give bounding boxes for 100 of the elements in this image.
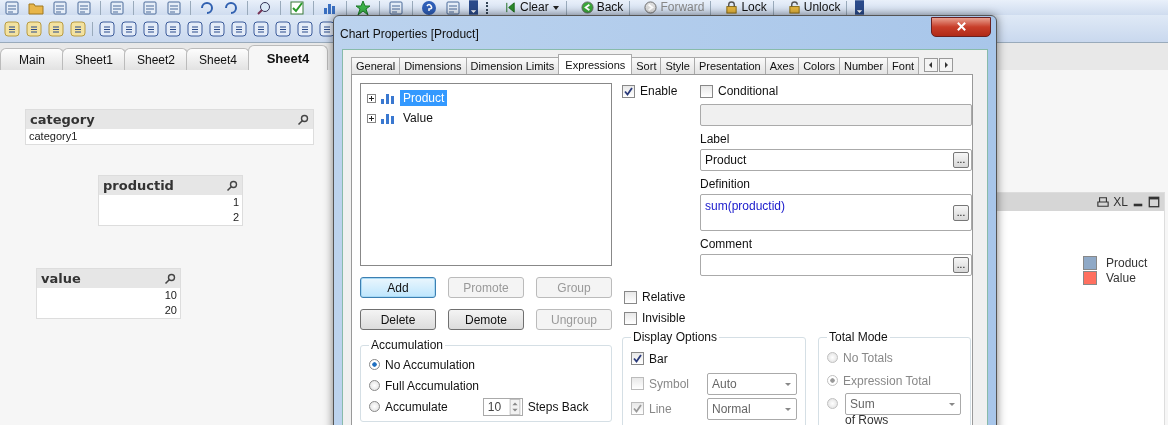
radio-button[interactable] bbox=[369, 401, 380, 412]
toolbar-icon[interactable] bbox=[199, 0, 215, 15]
tab[interactable]: Sort bbox=[631, 57, 662, 74]
search-icon[interactable] bbox=[256, 0, 272, 15]
search-icon[interactable] bbox=[226, 179, 238, 192]
tab[interactable]: Font bbox=[887, 57, 920, 74]
ellipsis-button[interactable]: ... bbox=[953, 257, 969, 273]
checkbox[interactable] bbox=[700, 84, 713, 98]
tab[interactable]: Number bbox=[838, 57, 889, 74]
checkbox[interactable] bbox=[624, 290, 637, 304]
scroll-left-icon[interactable] bbox=[924, 57, 939, 72]
sheet-tab[interactable]: Sheet4 bbox=[248, 45, 328, 70]
tab[interactable]: Dimension Limits bbox=[465, 57, 560, 74]
radio-button[interactable] bbox=[369, 380, 380, 391]
list-box-value[interactable]: 10 bbox=[37, 288, 180, 303]
checkbox-label: Enable bbox=[640, 84, 678, 98]
toolbar-icon[interactable] bbox=[445, 0, 461, 15]
sheet-tab[interactable]: Sheet1 bbox=[62, 48, 126, 70]
toolbar-icon[interactable] bbox=[165, 20, 181, 37]
group-title: Accumulation bbox=[370, 338, 445, 352]
toolbar-button[interactable]: Unlock bbox=[781, 0, 848, 15]
legend-label: Product bbox=[1106, 255, 1148, 270]
list-box-value[interactable]: 2 bbox=[99, 210, 242, 225]
search-icon[interactable] bbox=[164, 272, 176, 285]
list-box-value[interactable]: category1 bbox=[26, 129, 313, 144]
sheet-tab[interactable]: Sheet2 bbox=[124, 48, 188, 70]
export-button[interactable]: XL bbox=[1113, 195, 1128, 209]
sheet-tab[interactable]: Main bbox=[0, 48, 64, 70]
checkbox-label: Invisible bbox=[642, 311, 686, 325]
radio-label: No Accumulation bbox=[385, 357, 476, 372]
checkbox-label: Bar bbox=[649, 351, 669, 366]
caret-icon bbox=[551, 3, 560, 12]
radio-button[interactable] bbox=[369, 359, 380, 370]
tab[interactable]: Colors bbox=[798, 57, 840, 74]
expand-icon[interactable] bbox=[367, 93, 376, 103]
field-value: Product bbox=[705, 153, 747, 167]
checkmark-icon[interactable] bbox=[289, 0, 305, 15]
radio-label: Expression Total bbox=[843, 373, 931, 388]
close-button[interactable] bbox=[931, 16, 991, 37]
steps-field[interactable]: 10 bbox=[482, 397, 523, 416]
bar-chart-icon bbox=[380, 111, 396, 125]
tab[interactable]: Style bbox=[660, 57, 695, 74]
toolbar-icon[interactable] bbox=[209, 20, 225, 37]
input-field[interactable]: ... bbox=[700, 254, 972, 276]
toolbar-icon[interactable] bbox=[223, 0, 239, 15]
dropdown-icon[interactable] bbox=[855, 0, 865, 15]
toolbar-icon[interactable] bbox=[26, 20, 42, 37]
checkbox[interactable] bbox=[624, 311, 637, 325]
dialog-button[interactable]: Delete bbox=[360, 309, 436, 330]
checkbox-label: Symbol bbox=[649, 376, 690, 391]
list-box-title: value bbox=[41, 271, 81, 286]
toolbar-icon[interactable] bbox=[4, 20, 20, 37]
toolbar-icon[interactable] bbox=[388, 0, 404, 15]
expression-item[interactable]: Value bbox=[400, 110, 436, 126]
toolbar-icon[interactable] bbox=[121, 20, 137, 37]
checkbox[interactable] bbox=[631, 352, 644, 365]
checkbox-label: Conditional bbox=[718, 84, 779, 98]
expand-icon[interactable] bbox=[367, 113, 376, 123]
toolbar-icon[interactable] bbox=[70, 20, 86, 37]
toolbar-icon[interactable] bbox=[48, 20, 64, 37]
tab[interactable]: Dimensions bbox=[399, 57, 467, 74]
input-field[interactable]: Product ... bbox=[700, 149, 972, 171]
star-icon[interactable] bbox=[355, 0, 371, 15]
toolbar-button[interactable]: Clear bbox=[498, 0, 567, 15]
dropdown-icon[interactable] bbox=[469, 0, 478, 15]
toolbar-icon[interactable] bbox=[319, 20, 335, 37]
tab[interactable]: Expressions bbox=[558, 54, 633, 74]
maximize-icon[interactable] bbox=[1148, 196, 1160, 208]
list-box-title: productid bbox=[103, 178, 174, 193]
radio-label: Full Accumulation bbox=[385, 378, 480, 393]
toolbar-icon[interactable] bbox=[297, 20, 313, 37]
dialog-button[interactable]: Add bbox=[360, 277, 436, 298]
help-icon[interactable] bbox=[421, 0, 437, 15]
toolbar-icon[interactable] bbox=[99, 20, 115, 37]
list-box-value[interactable]: 20 bbox=[37, 303, 180, 318]
input-field[interactable]: sum(productid) ... bbox=[700, 194, 972, 231]
tab[interactable]: General bbox=[351, 57, 401, 74]
toolbar-button[interactable]: Back bbox=[574, 0, 631, 15]
toolbar-icon[interactable] bbox=[275, 20, 291, 37]
condition-field[interactable] bbox=[700, 104, 972, 126]
sheet-tab[interactable]: Sheet4 bbox=[186, 48, 250, 70]
toolbar-icon[interactable] bbox=[143, 20, 159, 37]
dialog-title: Chart Properties [Product] bbox=[340, 26, 479, 41]
search-icon[interactable] bbox=[297, 113, 309, 126]
checkbox[interactable] bbox=[622, 84, 635, 98]
printer-icon[interactable] bbox=[1097, 196, 1110, 208]
ellipsis-button[interactable]: ... bbox=[953, 152, 969, 168]
radio-label: Accumulate bbox=[385, 399, 448, 414]
dialog-button[interactable]: Demote bbox=[448, 309, 524, 330]
list-box-value[interactable]: 1 bbox=[99, 195, 242, 210]
legend-label: Value bbox=[1106, 270, 1136, 285]
spinner-icon[interactable] bbox=[508, 398, 521, 415]
toolbar-icon[interactable] bbox=[187, 20, 203, 37]
close-icon bbox=[955, 21, 967, 32]
toolbar-button[interactable]: Lock bbox=[719, 0, 774, 15]
ellipsis-button[interactable]: ... bbox=[953, 204, 969, 221]
toolbar-icon[interactable] bbox=[231, 20, 247, 37]
toolbar-icon[interactable] bbox=[253, 20, 269, 37]
tab[interactable]: Presentation bbox=[693, 57, 766, 74]
scroll-right-icon[interactable] bbox=[939, 57, 954, 72]
